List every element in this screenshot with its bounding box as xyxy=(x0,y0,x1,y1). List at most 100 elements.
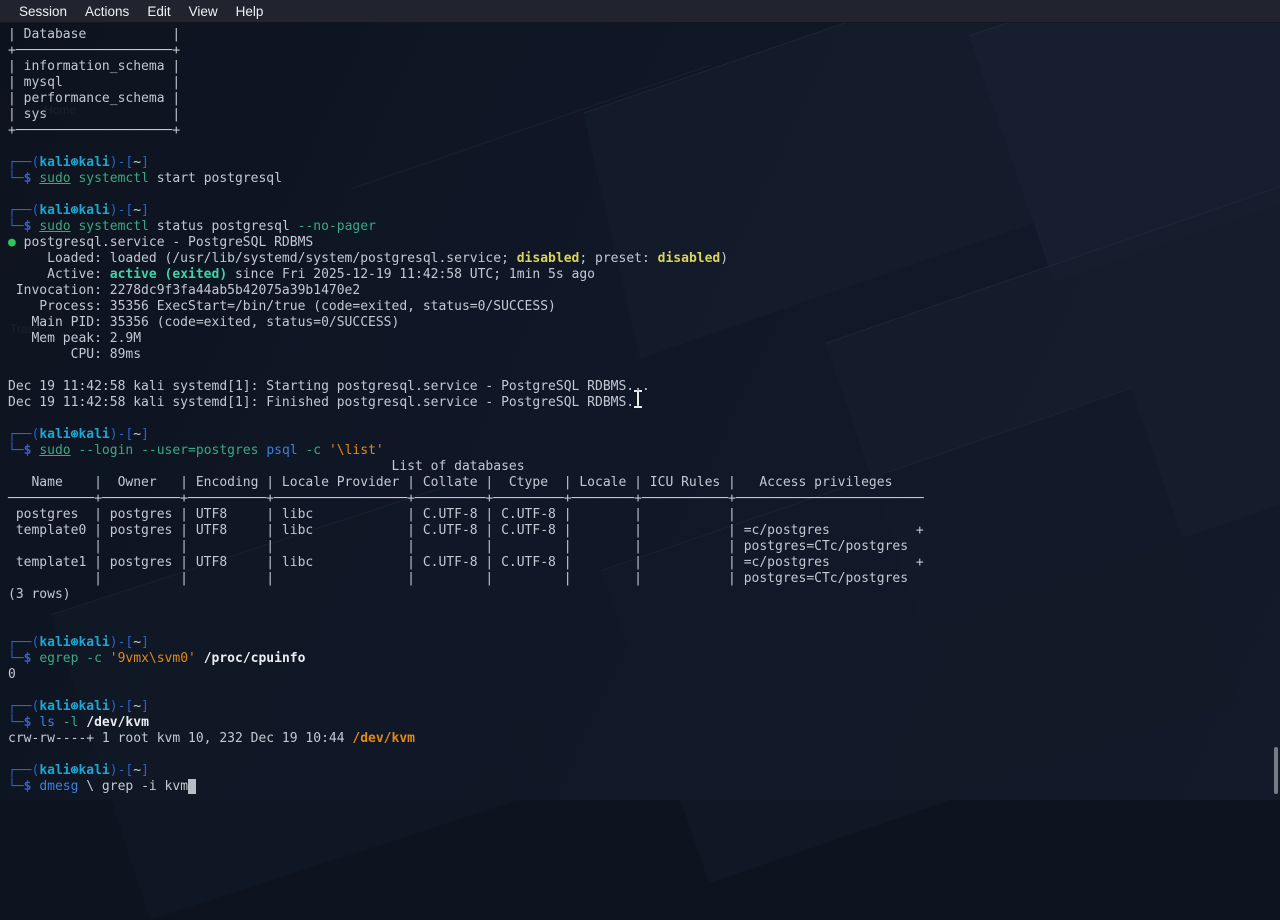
text-segment: status postgresql xyxy=(149,219,298,234)
terminal-line: └─$ dmesg \ grep -i kvm xyxy=(8,779,1280,795)
terminal-line xyxy=(8,747,1280,763)
terminal-line: | information_schema | xyxy=(8,59,1280,75)
terminal-line: | performance_schema | xyxy=(8,91,1280,107)
text-segment: ~ xyxy=(133,155,141,170)
terminal-line: └─$ sudo systemctl status postgresql --n… xyxy=(8,219,1280,235)
text-segment: Dec 19 11:42:58 kali systemd[1]: Startin… xyxy=(8,379,650,394)
text-segment xyxy=(133,443,141,458)
text-segment: └─ xyxy=(8,715,24,730)
text-segment: ; preset: xyxy=(579,251,657,266)
terminal-line: ┌──(kali⊛kali)-[~] xyxy=(8,635,1280,651)
text-segment: /proc/cpuinfo xyxy=(204,651,306,666)
terminal-line xyxy=(8,603,1280,619)
text-segment: egrep xyxy=(39,651,78,666)
text-segment: since Fri 2025-12-19 11:42:58 UTC; 1min … xyxy=(227,267,595,282)
terminal-line: ┌──(kali⊛kali)-[~] xyxy=(8,203,1280,219)
terminal-line: Dec 19 11:42:58 kali systemd[1]: Finishe… xyxy=(8,395,1280,411)
terminal-line: └─$ egrep -c '9vmx\svm0' /proc/cpuinfo xyxy=(8,651,1280,667)
terminal-line xyxy=(8,683,1280,699)
text-segment: | Database | xyxy=(8,27,180,42)
text-segment: | performance_schema | xyxy=(8,91,180,106)
menu-item-edit[interactable]: Edit xyxy=(138,4,179,19)
menu-item-help[interactable]: Help xyxy=(227,4,273,19)
text-segment: kali⊛kali xyxy=(39,699,109,714)
terminal-line: ┌──(kali⊛kali)-[~] xyxy=(8,699,1280,715)
terminal-line: Name | Owner | Encoding | Locale Provide… xyxy=(8,475,1280,491)
menu-item-session[interactable]: Session xyxy=(10,4,76,19)
text-segment: | mysql | xyxy=(8,75,180,90)
text-segment: ┌──( xyxy=(8,699,39,714)
menu-item-view[interactable]: View xyxy=(180,4,227,19)
text-segment: 0 xyxy=(8,667,16,682)
text-segment: ] xyxy=(141,155,149,170)
text-segment: template0 | postgres | UTF8 | libc | C.U… xyxy=(8,523,924,538)
text-segment: (3 rows) xyxy=(8,587,71,602)
text-segment: )-[ xyxy=(110,763,133,778)
text-segment: )-[ xyxy=(110,203,133,218)
text-segment: disabled xyxy=(517,251,580,266)
text-segment: crw-rw----+ 1 root kvm 10, 232 Dec 19 10… xyxy=(8,731,352,746)
menu-item-actions[interactable]: Actions xyxy=(76,4,138,19)
terminal-line: | sys | xyxy=(8,107,1280,123)
text-segment xyxy=(102,651,110,666)
terminal-line xyxy=(8,411,1280,427)
terminal-line: List of databases xyxy=(8,459,1280,475)
terminal-line xyxy=(8,139,1280,155)
text-segment: ───────────+──────────+──────────+──────… xyxy=(8,491,924,506)
text-segment: ┌──( xyxy=(8,427,39,442)
text-segment: \ grep -i kvm xyxy=(78,779,188,794)
text-segment: ┌──( xyxy=(8,155,39,170)
text-segment xyxy=(55,715,63,730)
terminal-output[interactable]: | Database |+────────────────────+| info… xyxy=(0,22,1280,800)
text-segment: /dev/kvm xyxy=(86,715,149,730)
text-segment: | | | | | | | | postgres=CTc/postgres xyxy=(8,571,908,586)
text-segment: kali⊛kali xyxy=(39,203,109,218)
text-segment: sudo xyxy=(39,443,70,458)
terminal-line: postgres | postgres | UTF8 | libc | C.UT… xyxy=(8,507,1280,523)
text-segment: )-[ xyxy=(110,635,133,650)
text-segment: kali⊛kali xyxy=(39,155,109,170)
text-segment: ~ xyxy=(133,763,141,778)
text-segment: +────────────────────+ xyxy=(8,43,180,58)
text-segment: └─ xyxy=(8,219,24,234)
text-segment: ~ xyxy=(133,427,141,442)
text-segment: Active: xyxy=(8,267,110,282)
text-segment: ls xyxy=(39,715,55,730)
text-segment: ┌──( xyxy=(8,763,39,778)
terminal-line: Main PID: 35356 (code=exited, status=0/S… xyxy=(8,315,1280,331)
text-segment: '\list' xyxy=(329,443,384,458)
text-segment: dmesg xyxy=(39,779,78,794)
text-segment: Dec 19 11:42:58 kali systemd[1]: Finishe… xyxy=(8,395,634,410)
text-segment: template1 | postgres | UTF8 | libc | C.U… xyxy=(8,555,924,570)
text-segment: ┌──( xyxy=(8,203,39,218)
text-segment: --login xyxy=(78,443,133,458)
text-segment: )-[ xyxy=(110,699,133,714)
terminal-line: template0 | postgres | UTF8 | libc | C.U… xyxy=(8,523,1280,539)
text-segment: ] xyxy=(141,635,149,650)
terminal-line: Invocation: 2278dc9f3fa44ab5b42075a39b14… xyxy=(8,283,1280,299)
terminal-line: ───────────+──────────+──────────+──────… xyxy=(8,491,1280,507)
terminal-line: Active: active (exited) since Fri 2025-1… xyxy=(8,267,1280,283)
text-segment: sudo xyxy=(39,171,70,186)
text-segment: ┌──( xyxy=(8,635,39,650)
terminal-line: Process: 35356 ExecStart=/bin/true (code… xyxy=(8,299,1280,315)
terminal-line: Dec 19 11:42:58 kali systemd[1]: Startin… xyxy=(8,379,1280,395)
terminal-line: Loaded: loaded (/usr/lib/systemd/system/… xyxy=(8,251,1280,267)
menu-bar: Session Actions Edit View Help xyxy=(0,0,1280,23)
text-segment: '9vmx\svm0' xyxy=(110,651,196,666)
text-segment: List of databases xyxy=(8,459,525,474)
text-segment: active (exited) xyxy=(110,267,227,282)
text-segment: postgresql.service - PostgreSQL RDBMS xyxy=(24,235,314,250)
scrollbar-thumb[interactable] xyxy=(1274,747,1278,794)
terminal-line: ┌──(kali⊛kali)-[~] xyxy=(8,427,1280,443)
terminal-line xyxy=(8,187,1280,203)
text-segment: psql xyxy=(266,443,297,458)
text-segment: kali⊛kali xyxy=(39,763,109,778)
terminal-line: +────────────────────+ xyxy=(8,123,1280,139)
text-segment: ] xyxy=(141,763,149,778)
text-segment: Invocation: 2278dc9f3fa44ab5b42075a39b14… xyxy=(8,283,360,298)
terminal-line: CPU: 89ms xyxy=(8,347,1280,363)
terminal-line: | | | | | | | | postgres=CTc/postgres xyxy=(8,539,1280,555)
text-segment: ] xyxy=(141,699,149,714)
terminal-line: ┌──(kali⊛kali)-[~] xyxy=(8,155,1280,171)
